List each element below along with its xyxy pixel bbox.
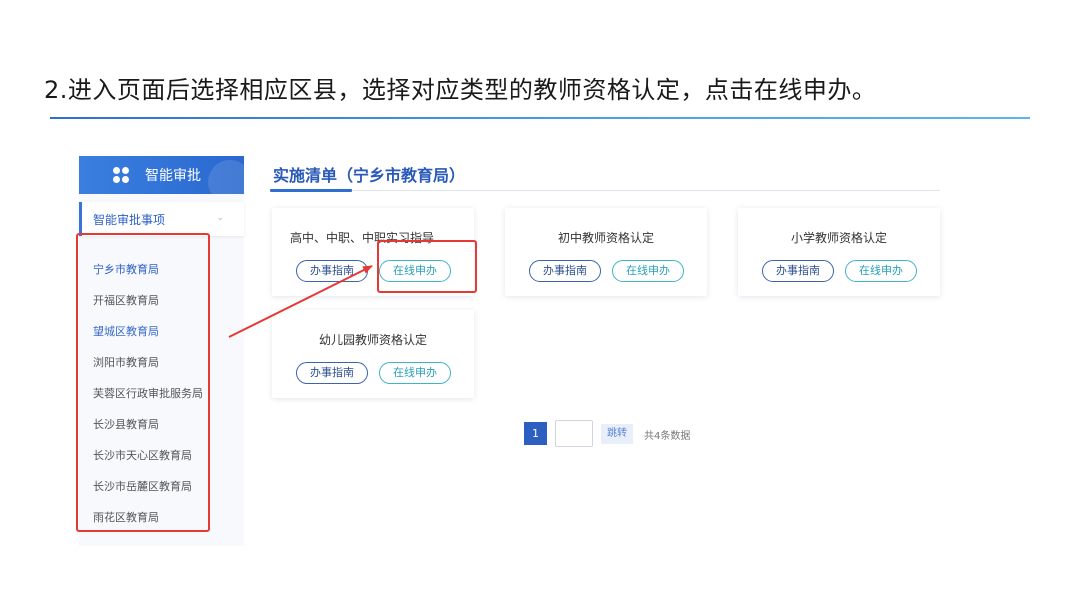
apply-online-button[interactable]: 在线申办 [845, 260, 917, 282]
card-title: 初中教师资格认定 [557, 231, 654, 245]
header-decoration [208, 160, 244, 194]
page-jump-input[interactable] [555, 420, 593, 447]
slide-title: 2.进入页面后选择相应区县，选择对应类型的教师资格认定，点击在线申办。 [44, 76, 877, 104]
guide-button[interactable]: 办事指南 [762, 260, 834, 282]
card-title: 小学教师资格认定 [790, 231, 887, 245]
item-card: 幼儿园教师资格认定 办事指南 在线申办 [272, 310, 474, 398]
chevron-down-icon: ⌄ [216, 213, 224, 223]
card-title: 幼儿园教师资格认定 [318, 333, 427, 347]
page-title: 实施清单（宁乡市教育局） [273, 166, 466, 185]
guide-button[interactable]: 办事指南 [296, 362, 368, 384]
item-card: 小学教师资格认定 办事指南 在线申办 [738, 208, 940, 296]
sidebar-section-label: 智能审批事项 [93, 212, 166, 227]
apply-online-button[interactable]: 在线申办 [379, 362, 451, 384]
apply-online-button[interactable]: 在线申办 [612, 260, 684, 282]
sidebar-section-approval[interactable]: 智能审批事项 ⌄ [79, 202, 244, 236]
title-underline-accent [270, 189, 352, 192]
apply-highlight-box [377, 240, 477, 293]
district-highlight-box [76, 233, 210, 532]
title-underline [270, 190, 940, 191]
sidebar-header-label: 智能审批 [145, 168, 201, 184]
item-card: 初中教师资格认定 办事指南 在线申办 [505, 208, 707, 296]
sidebar-header[interactable]: 智能审批 [79, 156, 244, 194]
page-jump-button[interactable]: 跳转 [601, 424, 633, 444]
title-divider [50, 117, 1030, 119]
page-number-current[interactable]: 1 [524, 422, 547, 445]
guide-button[interactable]: 办事指南 [296, 260, 368, 282]
guide-button[interactable]: 办事指南 [529, 260, 601, 282]
total-count: 共4条数据 [644, 431, 691, 442]
app-grid-icon [113, 167, 129, 183]
